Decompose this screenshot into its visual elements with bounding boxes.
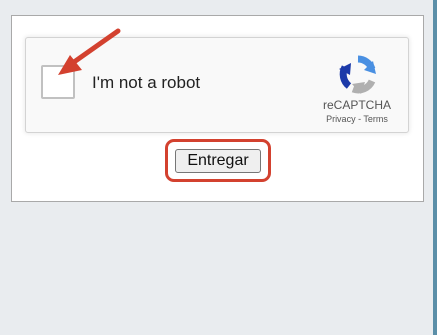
privacy-link[interactable]: Privacy (326, 114, 356, 124)
submit-button[interactable]: Entregar (175, 149, 261, 173)
terms-link[interactable]: Terms (363, 114, 388, 124)
not-a-robot-checkbox[interactable] (41, 65, 75, 99)
window-edge (433, 0, 437, 335)
not-a-robot-label: I'm not a robot (92, 73, 201, 92)
recaptcha-logo-icon (339, 55, 376, 94)
recaptcha-links: Privacy - Terms (310, 114, 404, 124)
recaptcha-brand: reCAPTCHA (322, 98, 391, 112)
